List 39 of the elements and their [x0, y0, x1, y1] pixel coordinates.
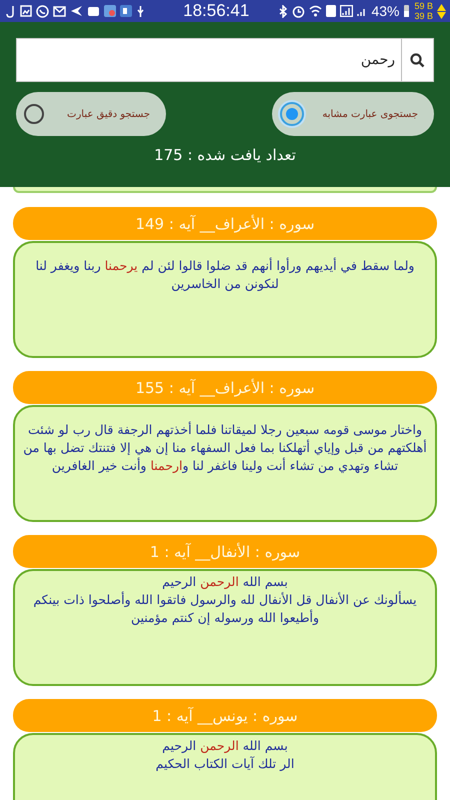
bluetooth-icon: [279, 4, 288, 18]
signal-icon: [340, 5, 354, 17]
app-icon: [104, 5, 116, 17]
result-count: تعداد یافت شده : 175: [154, 146, 296, 164]
download-speed: 39 B: [414, 12, 433, 20]
basmala-text: بسم الله الرحمن الرحيم: [161, 573, 289, 591]
alarm-icon: [292, 4, 306, 18]
wifi-icon: [309, 5, 322, 17]
card-icon: [87, 6, 100, 16]
radio-button[interactable]: [24, 104, 44, 124]
search-mode-option[interactable]: جستجو دقیق عبارت: [16, 92, 166, 136]
verse-text: الر تلك آيات الكتاب الحكيم: [154, 755, 296, 773]
sim-icon: [326, 5, 336, 17]
search-mode-option[interactable]: جستجوی عبارت مشابه: [272, 92, 434, 136]
radio-button[interactable]: [280, 102, 304, 126]
search-icon: [410, 52, 425, 68]
search-field[interactable]: رحمن: [16, 38, 401, 82]
chat-bubble-icon: [36, 4, 49, 18]
image-icon: [20, 5, 32, 17]
battery-level: 43%: [371, 3, 400, 19]
verse-reference-bar: سوره : یونس__ آیه : 1: [13, 699, 437, 732]
verse-reference-bar: سوره : الأنفال__ آیه : 1: [13, 535, 437, 568]
usb-icon: [136, 4, 145, 18]
verse-text: ولما سقط في أيديهم ورأوا أنهم قد ضلوا قالوا لئن لم يرحمنا ربنا ويغفر لنا لنكونن من الخاسرين: [34, 257, 416, 293]
search-button[interactable]: [401, 38, 434, 82]
clock-time: 18:56:41: [183, 1, 250, 21]
app-icon: [120, 5, 132, 17]
send-icon: [70, 5, 83, 17]
mail-icon: [53, 5, 66, 17]
battery-icon: [403, 5, 410, 17]
hook-icon: [6, 4, 16, 18]
verse-text: يسألونك عن الأنفال قل الأنفال لله والرسول فاتقوا الله وأصلحوا ذات بينكم وأطيعوا الله ورسوله إن كنتم مؤمنين: [32, 591, 418, 627]
verse-reference-bar: سوره : الأعراف__ آیه : 149: [13, 207, 437, 240]
verse-text: واختار موسى قومه سبعين رجلا لميقاتنا فلما أخذتهم الرجفة قال رب لو شئت أهلكتهم من قبل وإياي أتهلكنا بما فعل السفهاء منا إن هي إلا فتنتك تضل بها من تشاء وتهدي من تشاء أنت ولينا فاغفر لنا وارحمنا وأنت خير الغافرين: [22, 421, 428, 475]
upload-speed: 59 B: [414, 2, 433, 10]
verse-reference-bar: سوره : الأعراف__ آیه : 155: [13, 371, 437, 404]
basmala-text: بسم الله الرحمن الرحيم: [161, 737, 289, 755]
up-triangle-icon: [436, 4, 446, 10]
down-triangle-icon: [436, 12, 446, 18]
